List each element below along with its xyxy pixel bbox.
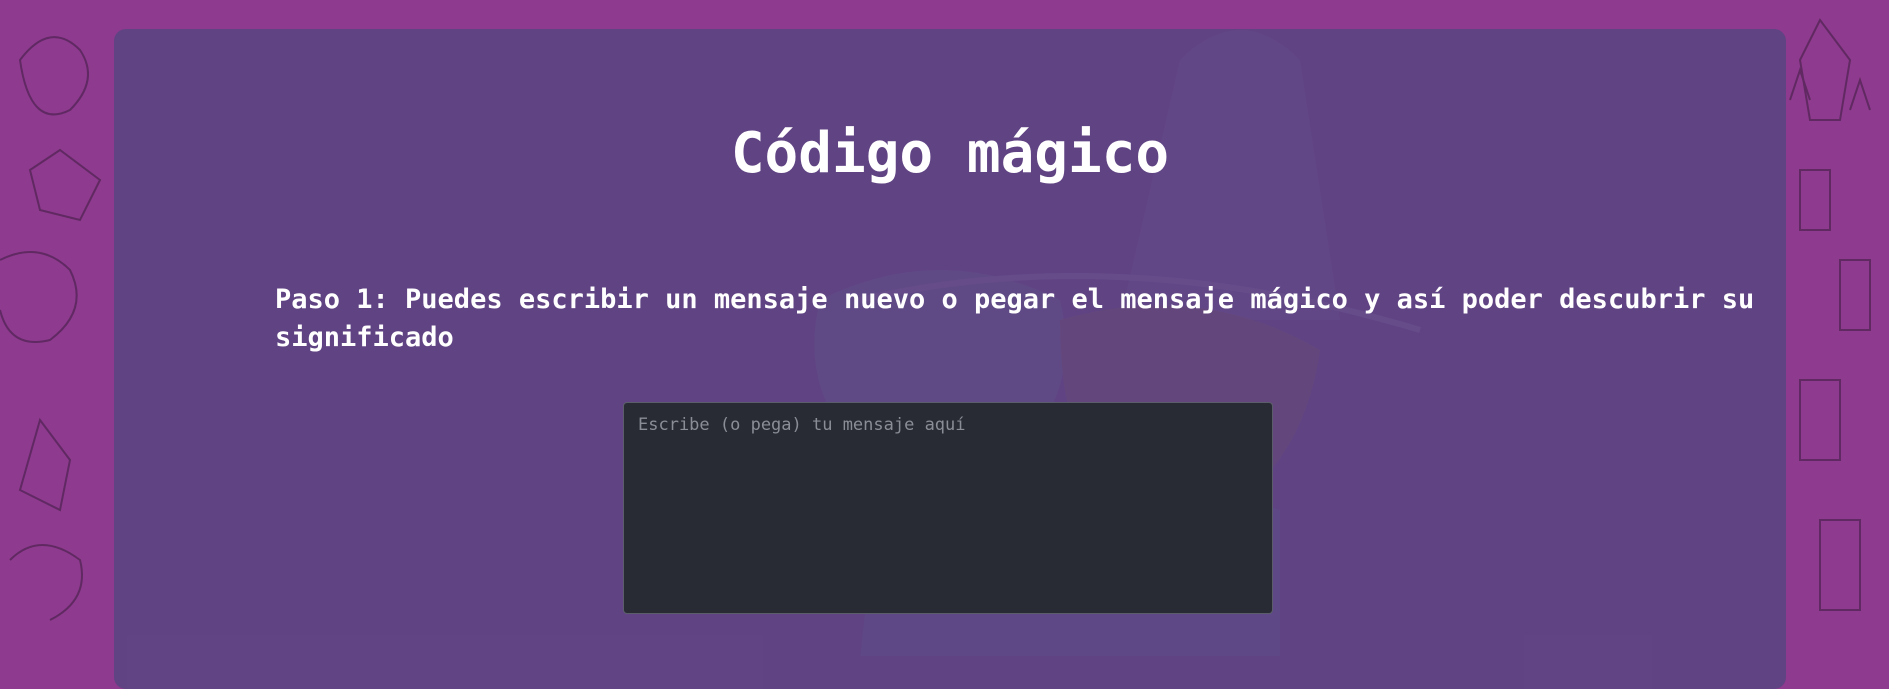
page-title: Código mágico [730, 121, 1170, 186]
message-input[interactable] [623, 402, 1273, 614]
main-panel: Código mágico Paso 1: Puedes escribir un… [114, 29, 1786, 689]
step-1-instruction: Paso 1: Puedes escribir un mensaje nuevo… [275, 284, 1755, 353]
